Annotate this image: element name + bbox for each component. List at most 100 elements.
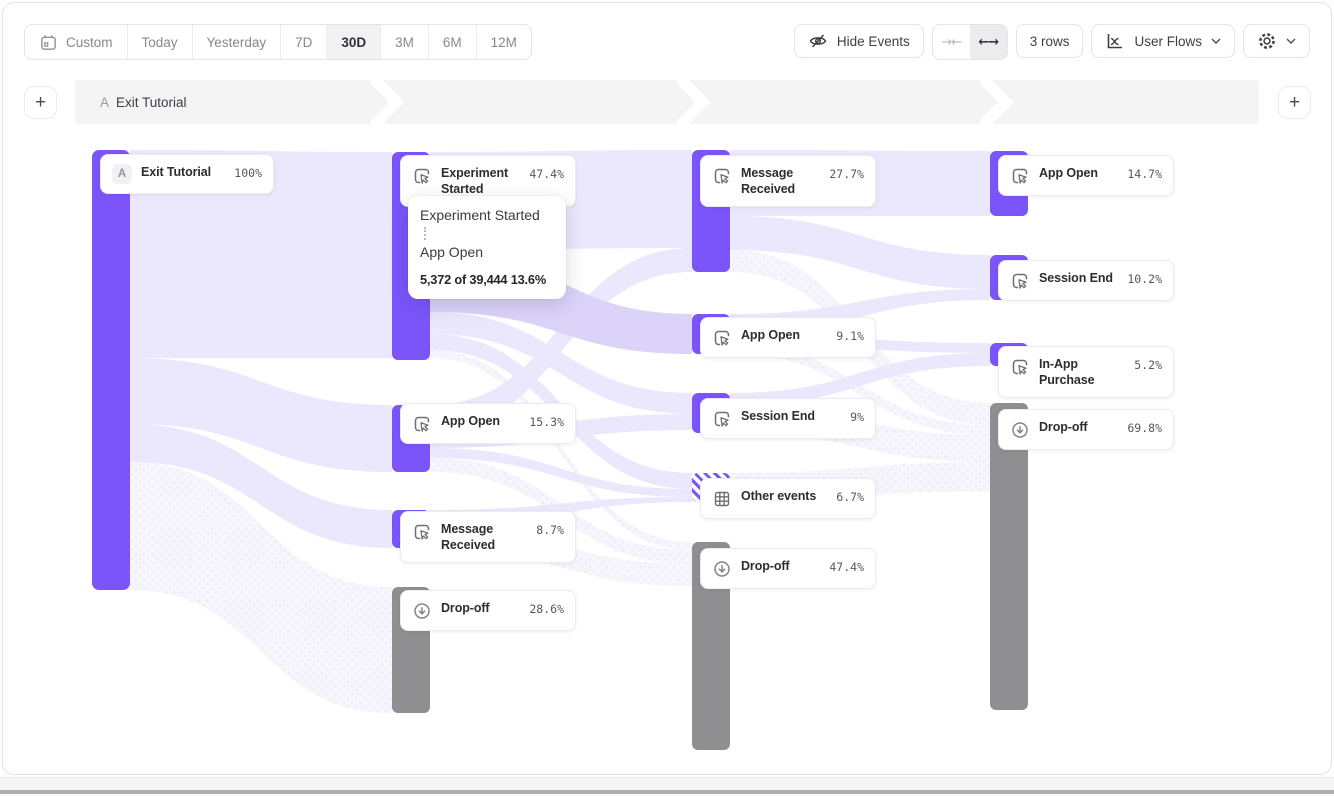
collapse-expand-toggle: →← ←→ [932, 24, 1008, 60]
node-card-app-open[interactable]: App Open 15.3% [400, 403, 576, 444]
collapse-columns-button[interactable]: →← [933, 25, 970, 59]
calendar-icon [39, 33, 58, 52]
node-percent: 9.1% [836, 329, 864, 343]
node-card-app-open[interactable]: App Open 9.1% [700, 317, 876, 358]
event-cursor-icon [712, 409, 732, 429]
date-range-custom[interactable]: Custom [25, 25, 127, 59]
date-range-label: 30D [341, 35, 366, 50]
node-percent: 10.2% [1127, 272, 1162, 286]
event-cursor-icon [1010, 271, 1030, 291]
sankey-node-bar[interactable] [92, 150, 130, 590]
rows-label: 3 rows [1030, 34, 1070, 49]
step-event-name: Exit Tutorial [116, 95, 187, 110]
event-cursor-icon [412, 414, 432, 434]
flow-tooltip: Experiment Started App Open 5,372 of 39,… [408, 196, 566, 299]
event-cursor-icon [412, 522, 432, 542]
node-card-session-end[interactable]: Session End 9% [700, 398, 876, 439]
node-label: Drop-off [441, 600, 520, 616]
node-percent: 100% [234, 166, 262, 180]
date-range-group: Custom Today Yesterday 7D 30D 3M 6M 12M [24, 24, 532, 60]
step-label: A Exit Tutorial [100, 80, 187, 124]
date-range-6m[interactable]: 6M [428, 25, 476, 59]
toolbar-right: Hide Events →← ←→ 3 rows User Flows [794, 24, 1310, 58]
node-card-drop-off[interactable]: Drop-off 47.4% [700, 548, 876, 589]
node-card-exit-tutorial[interactable]: AExit Tutorial100% [100, 154, 274, 194]
date-range-label: 6M [443, 35, 462, 50]
tooltip-from-event: Experiment Started [420, 206, 554, 224]
node-card-message-received[interactable]: Message Received 27.7% [700, 155, 876, 207]
tooltip-connector [424, 227, 426, 240]
tooltip-to-event: App Open [420, 243, 554, 261]
drop-off-icon [412, 601, 432, 621]
toolbar: Custom Today Yesterday 7D 30D 3M 6M 12M Hide Ev… [24, 24, 1310, 58]
date-range-label: Yesterday [207, 35, 267, 50]
date-range-label: 12M [491, 35, 517, 50]
user-flows-icon [1105, 31, 1125, 51]
node-label: Drop-off [741, 558, 820, 574]
node-percent: 47.4% [529, 167, 564, 181]
hide-events-button[interactable]: Hide Events [794, 24, 924, 58]
add-step-button-left[interactable]: + [24, 86, 57, 119]
node-label: Message Received [741, 165, 820, 197]
eye-off-icon [808, 31, 828, 51]
date-range-7d[interactable]: 7D [280, 25, 326, 59]
node-label: App Open [1039, 165, 1118, 181]
settings-dropdown[interactable] [1243, 24, 1310, 58]
event-cursor-icon [412, 166, 432, 186]
step-letter-badge: A [100, 95, 109, 110]
node-card-message-received[interactable]: Message Received8.7% [400, 511, 576, 563]
step-chevron [980, 80, 1016, 124]
node-card-app-open[interactable]: App Open 14.7% [998, 155, 1174, 196]
node-label: App Open [441, 413, 520, 429]
node-label: App Open [741, 327, 827, 343]
add-step-button-right[interactable]: + [1278, 86, 1311, 119]
date-range-label: 3M [395, 35, 414, 50]
date-range-12m[interactable]: 12M [476, 25, 531, 59]
node-percent: 27.7% [829, 167, 864, 181]
hide-events-label: Hide Events [837, 34, 910, 49]
drop-off-icon [712, 559, 732, 579]
node-percent: 14.7% [1127, 167, 1162, 181]
date-range-today[interactable]: Today [127, 25, 192, 59]
node-percent: 9% [850, 410, 864, 424]
date-range-3m[interactable]: 3M [380, 25, 428, 59]
chart-type-dropdown[interactable]: User Flows [1091, 24, 1235, 58]
chevron-down-icon [1286, 38, 1296, 44]
event-cursor-icon [1010, 166, 1030, 186]
node-card-drop-off[interactable]: Drop-off 69.8% [998, 409, 1174, 450]
node-label: Experiment Started [441, 165, 520, 197]
event-cursor-icon [1010, 357, 1030, 377]
node-percent: 69.8% [1127, 421, 1162, 435]
node-label: In-App Purchase [1039, 356, 1125, 388]
node-label: Session End [1039, 270, 1118, 286]
grid-icon [712, 489, 732, 509]
step-bar[interactable]: A Exit Tutorial [75, 80, 1259, 124]
node-percent: 28.6% [529, 602, 564, 616]
gear-icon [1257, 31, 1277, 51]
node-card-other-events[interactable]: Other events 6.7% [700, 478, 876, 519]
date-range-30d[interactable]: 30D [326, 25, 380, 59]
node-card-drop-off[interactable]: Drop-off 28.6% [400, 590, 576, 631]
date-range-label: Today [142, 35, 178, 50]
date-range-yesterday[interactable]: Yesterday [192, 25, 281, 59]
node-label: Session End [741, 408, 841, 424]
expand-columns-button[interactable]: ←→ [970, 25, 1007, 59]
node-percent: 47.4% [829, 560, 864, 574]
node-percent: 5.2% [1134, 358, 1162, 372]
user-flows-app: Custom Today Yesterday 7D 30D 3M 6M 12M Hide Ev… [0, 0, 1334, 796]
node-label: Exit Tutorial [141, 164, 225, 180]
node-label: Drop-off [1039, 419, 1118, 435]
event-cursor-icon [712, 166, 732, 186]
node-card-session-end[interactable]: Session End 10.2% [998, 260, 1174, 301]
node-label: Other events [741, 488, 827, 504]
node-percent: 6.7% [836, 490, 864, 504]
node-label: Message Received [441, 521, 527, 553]
date-range-label: 7D [295, 35, 312, 50]
drop-off-icon [1010, 420, 1030, 440]
rows-button[interactable]: 3 rows [1016, 24, 1084, 58]
flow-ribbon [730, 216, 990, 289]
node-percent: 15.3% [529, 415, 564, 429]
node-card-in-app-purchase[interactable]: In-App Purchase 5.2% [998, 346, 1174, 398]
date-range-label: Custom [66, 35, 113, 50]
tooltip-detail: 5,372 of 39,444 13.6% [420, 272, 554, 287]
